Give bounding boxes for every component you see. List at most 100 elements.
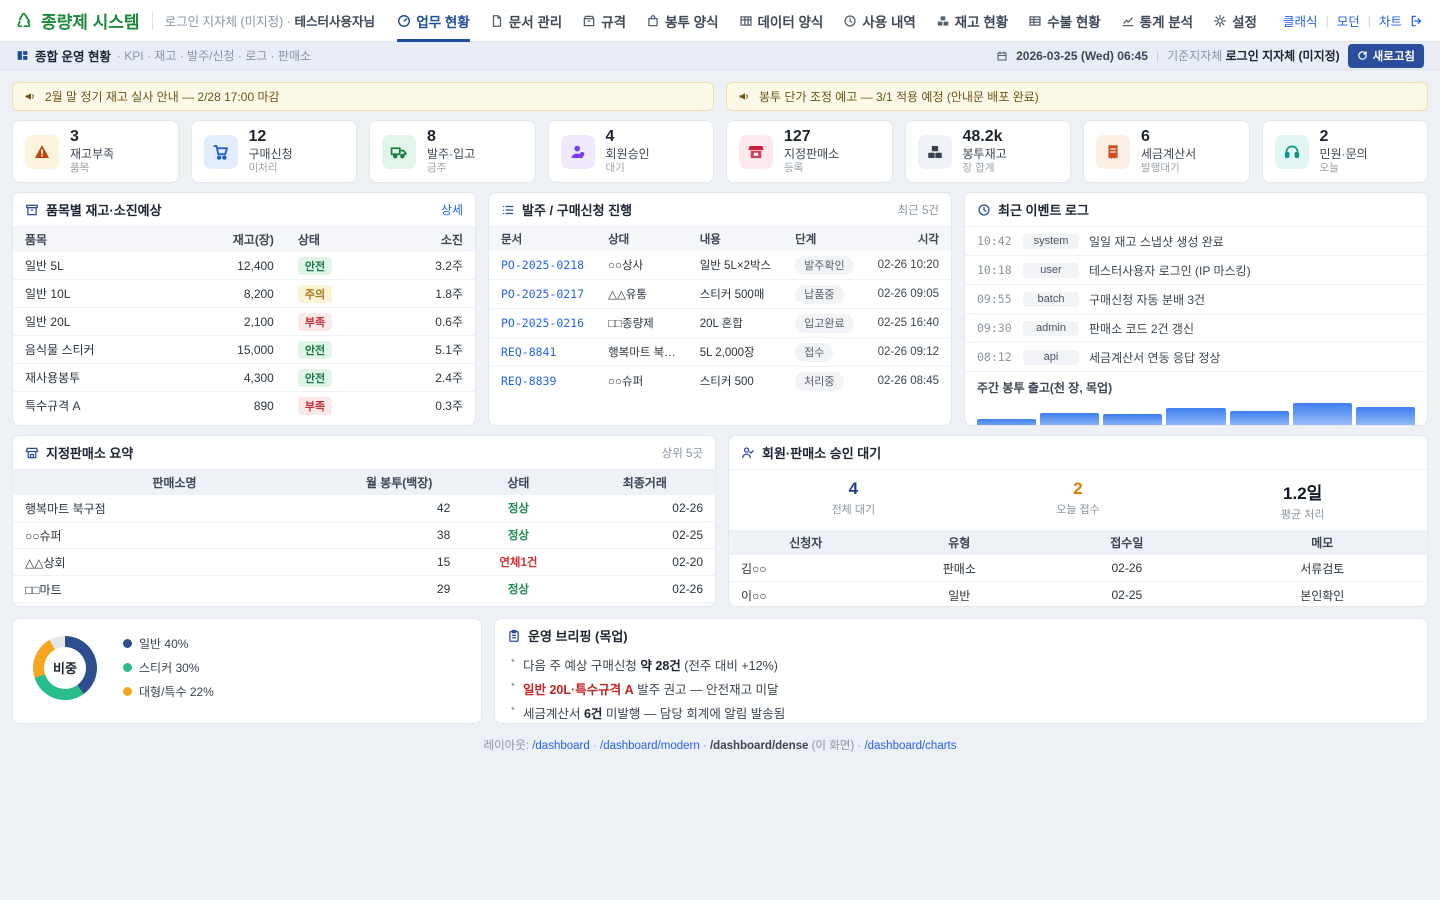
nav-tab-spec[interactable]: 규격 — [582, 0, 626, 42]
view-link-modern[interactable]: 모던 — [1337, 11, 1360, 30]
doc-link[interactable]: PO-2025-0216 — [501, 316, 584, 330]
layout-link-modern[interactable]: /dashboard/modern — [600, 740, 700, 752]
briefing-item: 다음 주 예상 구매신청 약 28건 (전주 대비 +12%) — [509, 652, 1413, 676]
table-row: PO-2025-0218○○상사일반 5L×2박스발주확인02-26 10:20 — [489, 251, 951, 280]
bag-icon — [646, 14, 660, 28]
headset-icon — [1275, 135, 1309, 169]
legend-dot — [123, 639, 132, 648]
event-log-list: 10:42system일일 재고 스냅샷 생성 완료 10:18user테스터사… — [965, 227, 1427, 371]
bar-월 — [977, 403, 1036, 426]
kpi-card-inquiries: 2민원·문의오늘 — [1262, 120, 1429, 183]
lower-panels: 지정판매소 요약 상위 5곳 판매소명 월 봉투(백장) 상태 최종거래 행복마… — [12, 435, 1428, 607]
log-tag: admin — [1023, 321, 1079, 336]
nav-tab-status[interactable]: 업무 현황 — [397, 0, 469, 42]
layout-footer: 레이아웃: /dashboard · /dashboard/modern · /… — [12, 737, 1428, 753]
logout-icon[interactable] — [1410, 14, 1424, 28]
bricks-icon — [918, 135, 952, 169]
top-navbar: 종량제 시스템 로그인 지자체 (미지정) · 테스터사용자님 업무 현황 문서… — [0, 0, 1440, 42]
recycle-logo-icon — [16, 12, 34, 30]
view-link-classic[interactable]: 클래식 — [1283, 11, 1318, 30]
stage-badge: 접수 — [795, 343, 833, 362]
table-row: 일반 5L12,400안전3.2주 — [13, 252, 475, 280]
refresh-button[interactable]: 새로고침 — [1348, 44, 1424, 68]
archive-icon — [25, 203, 39, 217]
stage-badge: 입고완료 — [795, 314, 853, 333]
layout-current: /dashboard/dense — [710, 740, 808, 752]
doc-link[interactable]: REQ-8841 — [501, 345, 556, 359]
log-row: 08:12api세금계산서 연동 응답 정상 — [965, 342, 1427, 371]
table-row: 특수규격 A890부족0.3주 — [13, 392, 475, 420]
store-icon — [739, 135, 773, 169]
briefing-item: 일반 20L·특수규격 A 발주 권고 — 안전재고 미달 — [509, 676, 1413, 700]
kpi-card-stock-shortage: 3재고부족품목 — [12, 120, 179, 183]
kpi-card-inbound: 8발주·입고금주 — [369, 120, 536, 183]
log-tag: system — [1023, 234, 1079, 249]
nav-tab-inventory[interactable]: 재고 현황 — [936, 0, 1008, 42]
chart-line-icon — [1121, 14, 1135, 28]
clipboard-icon — [507, 629, 521, 643]
table-row: 행복마트 북구점42정상02-26 — [13, 495, 715, 522]
cart-icon — [204, 135, 238, 169]
inventory-panel: 품목별 재고·소진예상 상세 품목 재고(장) 상태 소진 일반 5L12,40… — [12, 192, 476, 426]
bar-목 — [1166, 403, 1225, 426]
table-row: ◇◇할인점51정상02-26 — [13, 603, 715, 608]
nav-tab-docs[interactable]: 문서 관리 — [490, 0, 562, 42]
main-nav: 업무 현황 문서 관리 규격 봉투 양식 데이터 양식 사용 내역 재고 현황 — [397, 0, 1257, 42]
inventory-detail-link[interactable]: 상세 — [441, 201, 463, 218]
kpi-card-tax-invoice: 6세금계산서발행대기 — [1083, 120, 1250, 183]
panel-title: 품목별 재고·소진예상 — [46, 200, 162, 219]
list-icon — [501, 203, 515, 217]
legend-item: 일반 40% — [123, 635, 214, 652]
dashboard-grid-icon — [16, 49, 29, 62]
store-icon — [25, 446, 39, 460]
status-badge: 부족 — [298, 313, 332, 331]
view-link-chart[interactable]: 차트 — [1379, 11, 1402, 30]
user-context: 로그인 지자체 (미지정) · 테스터사용자님 — [152, 11, 375, 30]
store-status: 정상 — [508, 530, 529, 542]
view-switcher: 클래식| 모던| 차트 — [1283, 11, 1424, 30]
table-row: REQ-8841행복마트 북…5L 2,000장접수02-26 09:12 — [489, 338, 951, 367]
nav-tab-bag-forms[interactable]: 봉투 양식 — [646, 0, 718, 42]
doc-link[interactable]: PO-2025-0217 — [501, 287, 584, 301]
legend-dot — [123, 663, 132, 672]
person-check-icon — [741, 446, 755, 460]
table-row: ○○슈퍼38정상02-25 — [13, 522, 715, 549]
donut-center-label: 비중 — [44, 647, 86, 689]
table-row: □□마트29정상02-26 — [13, 576, 715, 603]
stage-badge: 발주확인 — [795, 256, 853, 275]
person-icon — [561, 135, 595, 169]
nav-tab-usage[interactable]: 사용 내역 — [843, 0, 915, 42]
doc-link[interactable]: PO-2025-0218 — [501, 258, 584, 272]
stat-total-waiting: 4전체 대기 — [741, 479, 966, 522]
bar-일 — [1356, 403, 1415, 426]
warning-icon — [25, 135, 59, 169]
nav-tab-ledger[interactable]: 수불 현황 — [1028, 0, 1100, 42]
status-badge: 안전 — [298, 341, 332, 359]
nav-tab-settings[interactable]: 설정 — [1213, 0, 1257, 42]
notice-banner-2: 봉투 단가 조정 예고 — 3/1 적용 예정 (안내문 배포 완료) — [726, 82, 1428, 111]
gear-icon — [1213, 14, 1227, 28]
middle-panels: 품목별 재고·소진예상 상세 품목 재고(장) 상태 소진 일반 5L12,40… — [12, 192, 1428, 426]
table-row: 이○○일반02-25본인확인 — [729, 582, 1427, 608]
nav-tab-data-forms[interactable]: 데이터 양식 — [739, 0, 824, 42]
approvals-panel: 회원·판매소 승인 대기 4전체 대기 2오늘 접수 1.2일평균 처리 신청자… — [728, 435, 1428, 607]
doc-link[interactable]: REQ-8839 — [501, 374, 556, 388]
stat-today-received: 2오늘 접수 — [966, 479, 1191, 522]
bar-수 — [1103, 403, 1162, 426]
kpi-card-purchase-requests: 12구매신청미처리 — [191, 120, 358, 183]
donut-legend: 일반 40% 스티커 30% 대형/특수 22% — [123, 635, 214, 700]
log-tag: batch — [1023, 292, 1079, 307]
layout-link-dashboard[interactable]: /dashboard — [532, 740, 590, 752]
page-title: 종합 운영 현황 — [35, 46, 111, 65]
layout-link-charts[interactable]: /dashboard/charts — [864, 740, 956, 752]
share-panel: 비중 일반 40% 스티커 30% 대형/특수 22% — [12, 618, 482, 724]
table-row: 일반 10L8,200주의1.8주 — [13, 280, 475, 308]
top-count-badge: 상위 5곳 — [662, 445, 703, 461]
log-row: 10:18user테스터사용자 로그인 (IP 마스킹) — [965, 255, 1427, 284]
table-row: 일반 20L2,100부족0.6주 — [13, 308, 475, 336]
nav-tab-stats[interactable]: 통계 분석 — [1121, 0, 1193, 42]
ledger-icon — [1028, 14, 1042, 28]
user-name: 테스터사용자님 — [294, 15, 375, 29]
document-icon — [490, 14, 504, 28]
stage-badge: 처리중 — [795, 372, 843, 391]
